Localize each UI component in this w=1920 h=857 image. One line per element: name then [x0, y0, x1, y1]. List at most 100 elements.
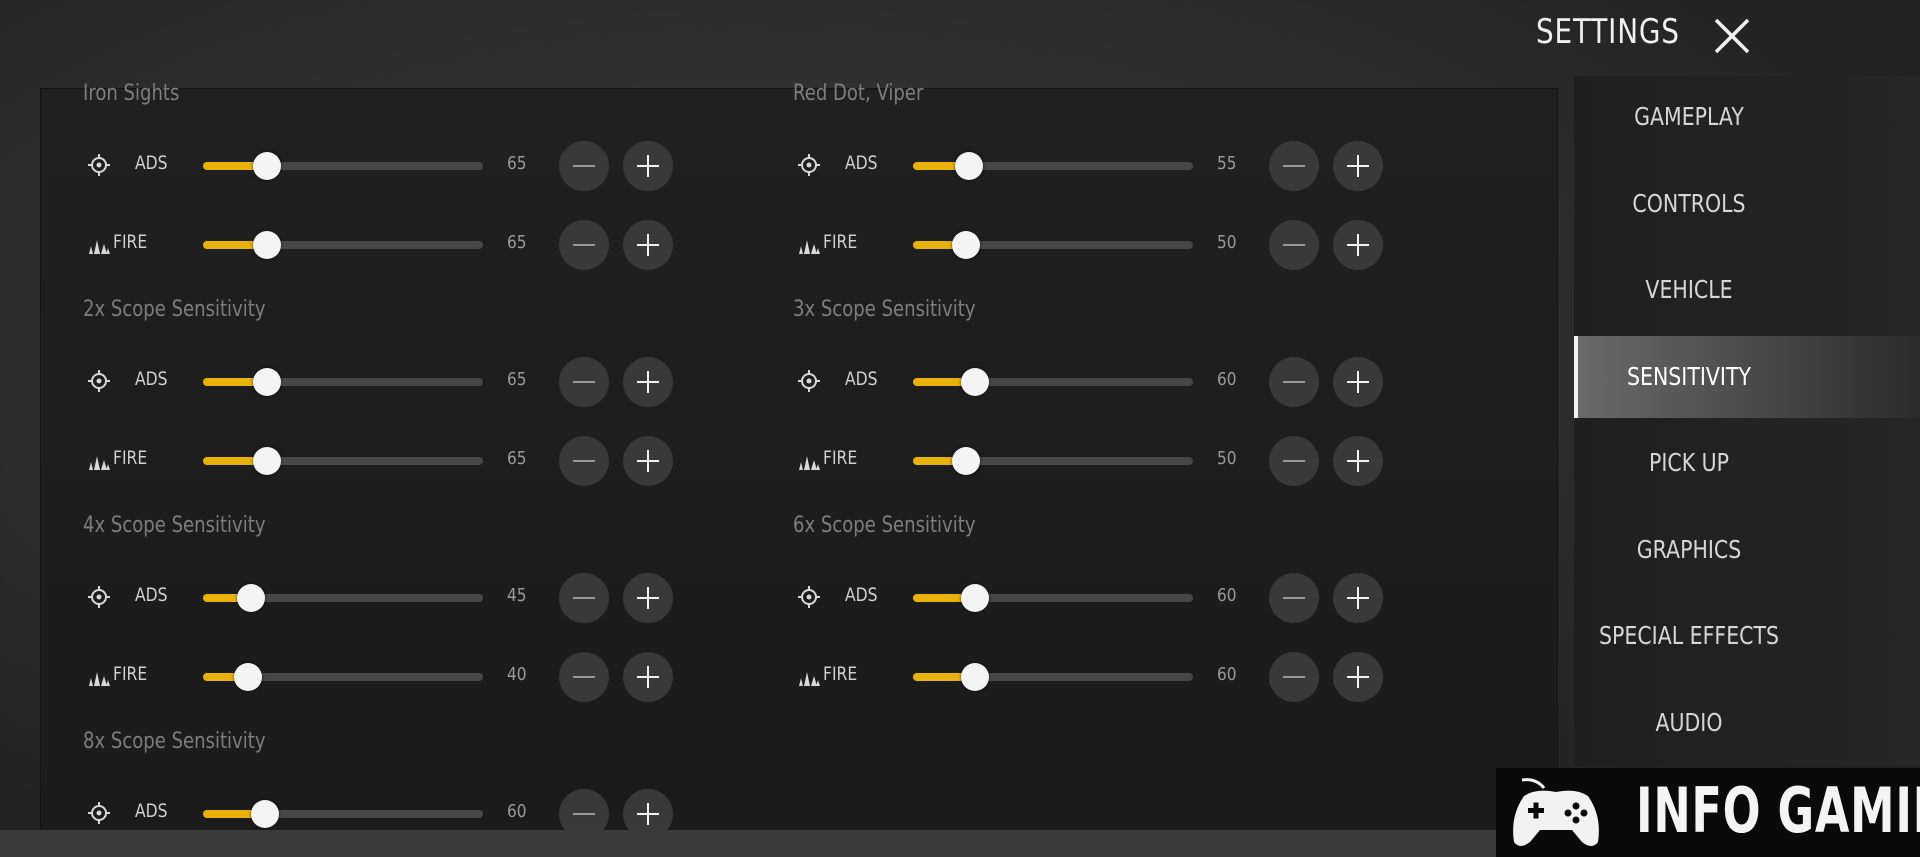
increase-button[interactable]	[623, 141, 673, 191]
sidebar-item-graphics[interactable]: GRAPHICS	[1574, 509, 1920, 591]
slider-thumb[interactable]	[960, 368, 989, 396]
slider-value: 60	[1217, 585, 1237, 606]
sidebar-item-label: VEHICLE	[1645, 275, 1733, 304]
sidebar-item-label: SPECIAL EFFECTS	[1599, 621, 1779, 650]
slider-thumb[interactable]	[952, 447, 981, 475]
fire-sensitivity-row: FIRE 65	[87, 434, 707, 486]
decrease-button[interactable]	[1269, 220, 1319, 270]
sensitivity-slider[interactable]	[203, 368, 483, 396]
fire-burst-icon	[797, 448, 821, 472]
ads-sensitivity-row: ADS 65	[87, 139, 707, 191]
row-label: ADS	[845, 368, 878, 390]
minus-icon	[1283, 165, 1305, 167]
increase-button[interactable]	[1333, 141, 1383, 191]
sensitivity-slider[interactable]	[203, 447, 483, 475]
decrease-button[interactable]	[559, 220, 609, 270]
sidebar-item-controls[interactable]: CONTROLS	[1574, 163, 1920, 245]
sidebar-item-label: PICK UP	[1648, 448, 1730, 477]
fire-burst-icon	[797, 232, 821, 256]
crosshair-icon	[87, 153, 111, 177]
sidebar-item-audio[interactable]: AUDIO	[1574, 682, 1920, 764]
row-label: FIRE	[113, 663, 148, 685]
slider-thumb[interactable]	[253, 152, 282, 180]
slider-value: 65	[507, 153, 527, 174]
page-title: SETTINGS	[1536, 12, 1680, 52]
slider-thumb[interactable]	[250, 800, 279, 828]
decrease-button[interactable]	[559, 573, 609, 623]
sensitivity-panel: Iron Sights ADS 65 FIRE 65 Red Dot, Viper ADS 5…	[40, 81, 1558, 839]
section-title: Red Dot, Viper	[793, 81, 924, 106]
decrease-button[interactable]	[1269, 357, 1319, 407]
sensitivity-slider[interactable]	[203, 800, 483, 828]
decrease-button[interactable]	[1269, 573, 1319, 623]
row-label: FIRE	[113, 447, 148, 469]
slider-value: 50	[1217, 448, 1237, 469]
slider-thumb[interactable]	[960, 584, 989, 612]
section-title: Iron Sights	[83, 81, 180, 106]
sensitivity-slider[interactable]	[913, 584, 1193, 612]
slider-thumb[interactable]	[955, 152, 983, 180]
row-label: ADS	[845, 584, 878, 606]
sidebar-item-vehicle[interactable]: VEHICLE	[1574, 249, 1920, 331]
ads-sensitivity-row: ADS 45	[87, 571, 707, 623]
slider-thumb[interactable]	[233, 663, 262, 691]
fire-sensitivity-row: FIRE 65	[87, 218, 707, 270]
sidebar-item-gameplay[interactable]: GAMEPLAY	[1574, 76, 1920, 158]
increase-button[interactable]	[623, 436, 673, 486]
increase-button[interactable]	[1333, 573, 1383, 623]
decrease-button[interactable]	[1269, 652, 1319, 702]
sensitivity-slider[interactable]	[203, 584, 483, 612]
increase-button[interactable]	[1333, 652, 1383, 702]
minus-icon	[573, 813, 595, 815]
minus-icon	[1283, 381, 1305, 383]
decrease-button[interactable]	[559, 436, 609, 486]
ads-sensitivity-row: ADS 60	[797, 571, 1417, 623]
increase-button[interactable]	[1333, 220, 1383, 270]
slider-value: 65	[507, 232, 527, 253]
slider-value: 60	[1217, 664, 1237, 685]
decrease-button[interactable]	[1269, 141, 1319, 191]
sensitivity-slider[interactable]	[913, 231, 1193, 259]
fire-burst-icon	[87, 448, 111, 472]
increase-button[interactable]	[623, 573, 673, 623]
increase-button[interactable]	[1333, 436, 1383, 486]
minus-icon	[1283, 597, 1305, 599]
slider-value: 55	[1217, 153, 1237, 174]
decrease-button[interactable]	[559, 141, 609, 191]
sidebar-item-special-effects[interactable]: SPECIAL EFFECTS	[1574, 595, 1920, 677]
sensitivity-slider[interactable]	[913, 368, 1193, 396]
sensitivity-slider[interactable]	[203, 231, 483, 259]
close-button[interactable]	[1708, 12, 1756, 60]
decrease-button[interactable]	[559, 357, 609, 407]
slider-thumb[interactable]	[960, 663, 989, 691]
row-label: ADS	[135, 368, 168, 390]
crosshair-icon	[87, 369, 111, 393]
decrease-button[interactable]	[1269, 436, 1319, 486]
increase-button[interactable]	[1333, 357, 1383, 407]
sidebar-item-pick-up[interactable]: PICK UP	[1574, 422, 1920, 504]
increase-button[interactable]	[623, 357, 673, 407]
row-label: ADS	[845, 152, 878, 174]
slider-thumb[interactable]	[253, 368, 282, 396]
sensitivity-slider[interactable]	[203, 152, 483, 180]
sidebar-item-sensitivity[interactable]: SENSITIVITY	[1574, 335, 1920, 418]
slider-value: 65	[507, 369, 527, 390]
fire-burst-icon	[797, 664, 821, 688]
sidebar-item-label: GAMEPLAY	[1634, 102, 1744, 131]
crosshair-icon	[87, 585, 111, 609]
slider-thumb[interactable]	[236, 584, 265, 612]
sensitivity-slider[interactable]	[913, 152, 1193, 180]
decrease-button[interactable]	[559, 652, 609, 702]
sensitivity-slider[interactable]	[203, 663, 483, 691]
gamepad-icon	[1513, 778, 1599, 846]
slider-thumb[interactable]	[952, 231, 981, 259]
section-title: 4x Scope Sensitivity	[83, 513, 266, 538]
ads-sensitivity-row: ADS 65	[87, 355, 707, 407]
sensitivity-slider[interactable]	[913, 663, 1193, 691]
slider-thumb[interactable]	[253, 447, 282, 475]
slider-thumb[interactable]	[253, 231, 282, 259]
increase-button[interactable]	[623, 652, 673, 702]
increase-button[interactable]	[623, 220, 673, 270]
minus-icon	[573, 676, 595, 678]
sensitivity-slider[interactable]	[913, 447, 1193, 475]
